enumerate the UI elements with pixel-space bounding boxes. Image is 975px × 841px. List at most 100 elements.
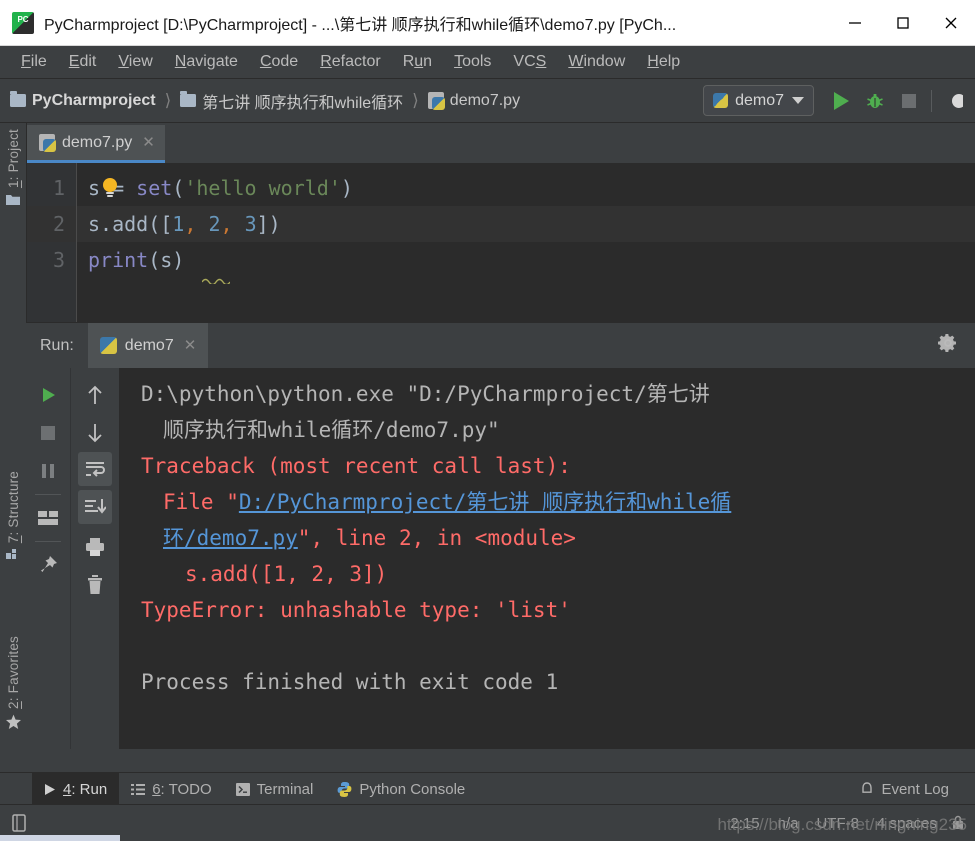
run-tab-demo7[interactable]: demo7 ✕: [87, 323, 209, 368]
scroll-to-end-icon[interactable]: [78, 490, 112, 524]
sidebar-item-structure[interactable]: 7: Structure: [0, 471, 26, 563]
pause-icon[interactable]: [31, 452, 65, 490]
python-icon: [99, 337, 117, 354]
bottom-tab-python-console[interactable]: Python Console: [325, 773, 477, 805]
folder-icon: [6, 193, 20, 208]
maximize-button[interactable]: [879, 0, 927, 45]
chevron-down-icon: [792, 97, 804, 104]
console-line: TypeError: unhashable type: 'list': [141, 598, 571, 622]
divider: [35, 494, 61, 495]
title-bar: PyCharmproject [D:\PyCharmproject] - ...…: [0, 0, 975, 46]
menu-tools[interactable]: Tools: [454, 53, 491, 71]
console-line-with-link: 环/demo7.py", line 2, in <module>: [119, 520, 975, 556]
console-line: s.add([1, 2, 3]): [185, 562, 388, 586]
sidebar-item-structure-label: 7: Structure: [5, 471, 21, 544]
print-icon[interactable]: [78, 528, 112, 566]
up-arrow-icon[interactable]: [78, 376, 112, 414]
sidebar-item-favorites[interactable]: 2: Favorites: [0, 636, 26, 733]
encoding[interactable]: UTF-8: [816, 815, 859, 832]
pin-icon[interactable]: [31, 546, 65, 584]
console-output[interactable]: D:\python\python.exe "D:/PyCharmproject/…: [119, 368, 975, 749]
trash-icon[interactable]: [78, 566, 112, 604]
run-toolbar: demo7: [703, 79, 975, 122]
star-icon: [5, 714, 22, 733]
sidebar-item-project-label: 1: Project: [5, 129, 21, 189]
bottom-tab-event-log[interactable]: Event Log: [848, 773, 961, 805]
status-bar: 2:15 n/a UTF-8 4 spaces: [0, 804, 975, 841]
layout-icon[interactable]: [31, 499, 65, 537]
menu-vcs[interactable]: VCS: [513, 53, 546, 71]
menu-bar: File Edit View Navigate Code Refactor Ru…: [0, 46, 975, 79]
toggle-sidebar-icon[interactable]: [0, 813, 38, 833]
close-icon[interactable]: ✕: [184, 338, 197, 353]
file-link[interactable]: 环/demo7.py: [163, 526, 298, 550]
menu-run[interactable]: Run: [403, 53, 432, 71]
menu-view[interactable]: View: [118, 53, 152, 71]
menu-refactor[interactable]: Refactor: [320, 53, 380, 71]
close-icon[interactable]: ✕: [142, 135, 155, 150]
python-console-icon: [337, 781, 352, 797]
toolbar-divider: [931, 89, 932, 112]
run-configuration-label: demo7: [735, 91, 784, 109]
minimize-button[interactable]: [831, 0, 879, 45]
breadcrumb-separator: ⟩: [412, 90, 419, 110]
bottom-tab-run[interactable]: 4: Run: [32, 773, 120, 805]
breadcrumb-folder[interactable]: 第七讲 顺序执行和while循环: [180, 89, 403, 113]
indent-setting[interactable]: 4 spaces: [877, 815, 937, 832]
lock-icon[interactable]: [951, 815, 965, 831]
down-arrow-icon[interactable]: [78, 414, 112, 452]
run-window-header: Run: demo7 ✕: [26, 323, 975, 368]
line-separator[interactable]: n/a: [778, 815, 799, 832]
soft-wrap-icon[interactable]: [78, 452, 112, 486]
debug-button[interactable]: [858, 84, 892, 118]
terminal-icon: [235, 782, 250, 796]
bottom-tab-todo-label: : TODO: [160, 780, 212, 798]
tab-demo7-py[interactable]: demo7.py ✕: [27, 125, 165, 163]
bottom-tab-terminal[interactable]: Terminal: [224, 773, 326, 805]
console-text: ", line 2, in <module>: [297, 526, 576, 550]
line-number: 2: [27, 206, 76, 242]
breadcrumb-file[interactable]: demo7.py: [427, 92, 520, 110]
bottom-tab-todo[interactable]: 6: TODO: [119, 773, 223, 805]
folder-icon: [180, 91, 197, 107]
editor-tab-strip: demo7.py ✕: [27, 123, 975, 163]
caret-position[interactable]: 2:15: [730, 815, 759, 832]
more-toolbar-button[interactable]: [937, 84, 971, 118]
play-icon: [833, 91, 849, 110]
menu-edit[interactable]: Edit: [69, 53, 97, 71]
run-configuration-selector[interactable]: demo7: [703, 85, 814, 116]
stop-button[interactable]: [892, 84, 926, 118]
menu-code[interactable]: Code: [260, 53, 298, 71]
navigation-bar: PyCharmproject ⟩ 第七讲 顺序执行和while循环 ⟩ demo…: [0, 79, 975, 123]
close-button[interactable]: [927, 0, 975, 45]
todo-list-icon: [131, 783, 146, 796]
bottom-tab-todo-num: 6: [152, 780, 161, 798]
bottom-tab-run-num: 4: [63, 780, 72, 798]
run-tool-window: Run: demo7 ✕ D:\python\python.exe "D:/Py…: [26, 322, 975, 749]
menu-file[interactable]: File: [21, 53, 47, 71]
run-button[interactable]: [824, 84, 858, 118]
bug-icon: [867, 93, 883, 108]
breadcrumb-project[interactable]: PyCharmproject: [10, 91, 156, 110]
structure-icon: [6, 548, 20, 563]
console-line: Process finished with exit code 1: [141, 670, 559, 694]
run-window-label: Run:: [40, 336, 74, 354]
window-title: PyCharmproject [D:\PyCharmproject] - ...…: [44, 16, 677, 34]
intention-bulb-icon[interactable]: [101, 177, 119, 199]
rerun-icon[interactable]: [31, 376, 65, 414]
python-file-icon: [39, 134, 56, 152]
left-tool-rail: 1: Project 7: Structure 2: Favorites: [0, 123, 27, 749]
gear-icon[interactable]: [937, 332, 959, 359]
run-actions-left: [26, 368, 70, 749]
sidebar-item-project[interactable]: 1: Project: [0, 129, 26, 208]
warning-squiggle: [201, 269, 231, 286]
menu-navigate[interactable]: Navigate: [175, 53, 238, 71]
menu-window[interactable]: Window: [568, 53, 625, 71]
file-link[interactable]: D:/PyCharmproject/第七讲 顺序执行和while循: [239, 490, 731, 514]
console-text: File ": [163, 490, 239, 514]
stop-icon[interactable]: [31, 414, 65, 452]
bottom-tab-python-console-label: Python Console: [359, 780, 466, 798]
circle-icon: [952, 93, 963, 108]
menu-help[interactable]: Help: [647, 53, 680, 71]
python-icon: [713, 93, 729, 108]
